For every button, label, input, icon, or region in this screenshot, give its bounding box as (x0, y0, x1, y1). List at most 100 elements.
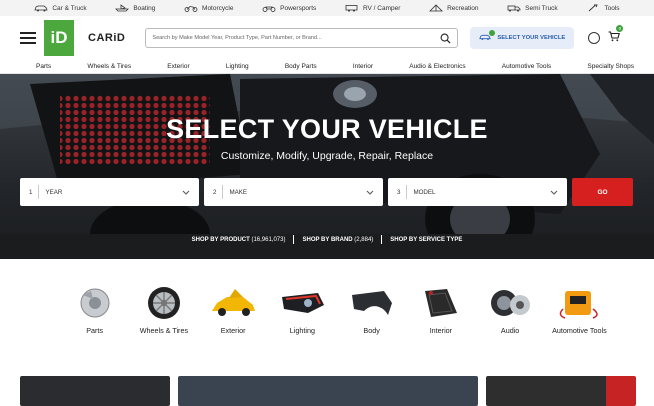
hero-title: SELECT YOUR VEHICLE (166, 114, 488, 144)
year-select[interactable]: 1 YEAR (20, 178, 199, 206)
promo-row (20, 376, 636, 406)
semi-truck-icon (507, 5, 521, 12)
select-vehicle-label: SELECT YOUR VEHICLE (497, 35, 566, 41)
category-exterior[interactable]: Exterior (199, 285, 268, 335)
boat-icon (115, 4, 130, 12)
headlight-icon (282, 293, 325, 313)
nav-item-exterior[interactable]: Exterior (167, 63, 189, 70)
category-label: Lighting (289, 326, 315, 335)
category-label: Wheels & Tires (139, 326, 189, 335)
account-icon[interactable] (588, 32, 601, 44)
speaker-icon (491, 290, 531, 316)
nav-item-lighting[interactable]: Lighting (226, 63, 249, 70)
vehicle-type-bar: Car & Truck Boating Motorcycle Powerspor… (0, 0, 654, 16)
category-label: Exterior (220, 326, 246, 335)
top-bar-label: Tools (604, 4, 620, 12)
shop-by-brand-link[interactable]: SHOP BY BRAND (2,884) (302, 237, 373, 243)
top-bar-label: Car & Truck (52, 4, 87, 12)
brand-count: (2,884) (354, 236, 374, 243)
search-input[interactable]: Search by Make Model Year, Product Type,… (145, 28, 459, 48)
chevron-down-icon (182, 190, 190, 195)
battery-charger-icon (560, 291, 599, 319)
nav-item-specialty-shops[interactable]: Specialty Shops (587, 63, 634, 70)
nav-item-audio-electronics[interactable]: Audio & Electronics (409, 63, 465, 70)
model-select[interactable]: 3 MODEL (388, 178, 567, 206)
make-select-label: MAKE (229, 188, 247, 196)
nav-item-interior[interactable]: Interior (353, 63, 373, 70)
truck-background-image (0, 74, 654, 259)
top-bar-item-recreation[interactable]: Recreation (429, 4, 479, 12)
top-bar-item-semi-truck[interactable]: Semi Truck (507, 4, 558, 12)
vehicle-selector: 1 YEAR 2 MAKE 3 MODEL GO (20, 178, 633, 206)
top-bar-item-rv-camper[interactable]: RV / Camper (345, 4, 400, 12)
top-bar-label: Semi Truck (525, 4, 558, 12)
category-parts[interactable]: Parts (60, 285, 129, 335)
top-bar-item-motorcycle[interactable]: Motorcycle (184, 4, 233, 12)
top-bar-label: Powersports (280, 4, 317, 12)
floor-mat-icon (424, 289, 457, 317)
top-bar-label: RV / Camper (362, 4, 401, 12)
select-vehicle-button[interactable]: SELECT YOUR VEHICLE (470, 27, 575, 49)
shop-by-links: SHOP BY PRODUCT (16,961,073) SHOP BY BRA… (0, 235, 654, 244)
tools-icon (589, 4, 599, 12)
logo-text: iD (50, 28, 68, 47)
cart-icon[interactable]: 0 (608, 25, 624, 47)
car-icon (34, 5, 48, 12)
wheel-icon (147, 287, 180, 319)
category-lighting[interactable]: Lighting (268, 285, 337, 335)
top-bar-item-boating[interactable]: Boating (115, 4, 155, 12)
shop-by-service-type-link[interactable]: SHOP BY SERVICE TYPE (390, 237, 462, 243)
category-automotive-tools[interactable]: Automotive Tools (545, 285, 614, 335)
top-bar-item-powersports[interactable]: Powersports (262, 4, 316, 12)
category-grid: Parts Wheels & Tires Exterior Lighting B… (0, 259, 654, 335)
tent-icon (429, 4, 444, 12)
top-bar-item-car-truck[interactable]: Car & Truck (34, 4, 87, 12)
fender-icon (351, 291, 392, 315)
nav-item-body-parts[interactable]: Body Parts (285, 63, 317, 70)
category-interior[interactable]: Interior (406, 285, 475, 335)
category-audio[interactable]: Audio (476, 285, 545, 335)
category-label: Interior (429, 326, 453, 335)
atv-icon (262, 6, 276, 12)
chevron-down-icon (366, 190, 374, 195)
menu-icon[interactable] (20, 32, 36, 44)
hero-banner: SELECT YOUR VEHICLE Customize, Modify, U… (0, 74, 654, 259)
top-bar-item-tools[interactable]: Tools (586, 4, 620, 12)
category-label: Body (363, 326, 380, 335)
top-bar-label: Boating (133, 4, 156, 12)
step-number: 1 (29, 185, 40, 199)
divider (293, 235, 295, 244)
category-body[interactable]: Body (337, 285, 406, 335)
rv-icon (345, 5, 358, 12)
brand-name[interactable]: CARiD (88, 32, 125, 44)
car-exterior-icon (212, 289, 256, 316)
promo-tile[interactable] (178, 376, 478, 406)
divider (381, 235, 383, 244)
search-icon[interactable] (440, 33, 451, 44)
category-label: Audio (500, 326, 520, 335)
site-logo[interactable]: iD (44, 20, 74, 56)
nav-item-automotive-tools[interactable]: Automotive Tools (502, 63, 551, 70)
site-header: iD CARiD Search by Make Model Year, Prod… (0, 16, 654, 60)
product-count: (16,961,073) (251, 236, 286, 243)
cart-count-badge: 0 (616, 25, 624, 32)
main-nav: Parts Wheels & Tires Exterior Lighting B… (0, 60, 654, 74)
hero-subtitle: Customize, Modify, Upgrade, Repair, Repl… (220, 150, 434, 162)
promo-tile[interactable] (20, 376, 170, 406)
search-placeholder: Search by Make Model Year, Product Type,… (152, 35, 322, 41)
model-select-label: MODEL (413, 188, 436, 196)
step-number: 3 (397, 185, 408, 199)
promo-tile[interactable] (486, 376, 636, 406)
category-wheels-tires[interactable]: Wheels & Tires (129, 285, 198, 335)
shop-by-label: SHOP BY BRAND (302, 236, 353, 243)
garage-car-icon (479, 30, 496, 43)
category-label: Automotive Tools (552, 326, 607, 335)
top-bar-label: Motorcycle (202, 4, 234, 12)
shop-by-product-link[interactable]: SHOP BY PRODUCT (16,961,073) (192, 237, 286, 243)
make-select[interactable]: 2 MAKE (204, 178, 383, 206)
shop-by-label: SHOP BY PRODUCT (191, 236, 250, 243)
nav-item-parts[interactable]: Parts (36, 63, 51, 70)
nav-item-wheels-tires[interactable]: Wheels & Tires (87, 63, 131, 70)
year-select-label: YEAR (45, 188, 63, 196)
go-button[interactable]: GO (572, 178, 633, 206)
